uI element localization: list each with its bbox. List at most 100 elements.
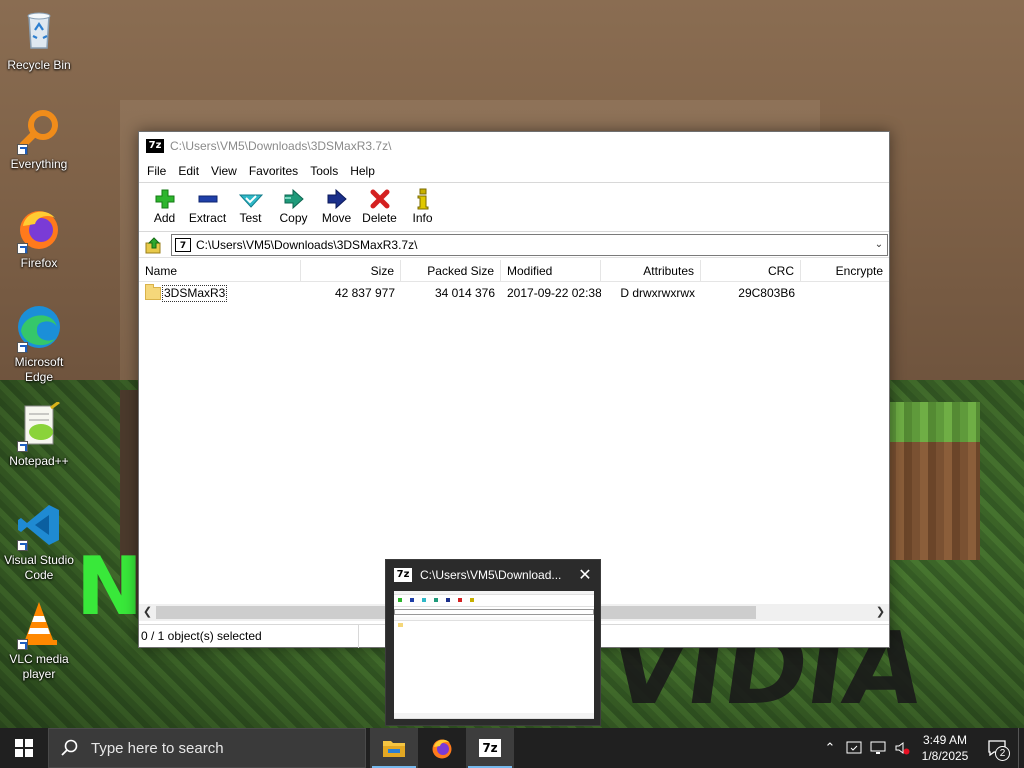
wallpaper-green-text: N [76,540,143,633]
chevron-down-icon[interactable]: ⌄ [871,239,887,250]
network-icon[interactable] [866,728,890,768]
notepad-plus-plus-icon [15,400,63,452]
vscode-icon [15,501,63,551]
shortcut-arrow-icon [17,639,28,650]
copy-button[interactable]: Copy [272,187,315,225]
test-label: Test [239,211,262,225]
mini-move-icon [446,598,450,602]
shortcut-arrow-icon [17,342,28,353]
extract-label: Extract [188,211,227,225]
menu-edit[interactable]: Edit [172,164,205,178]
mini-address [394,609,594,615]
file-list-header: Name Size Packed Size Modified Attribute… [139,260,889,282]
desktop-icon-firefox[interactable]: Firefox [0,204,78,271]
chevron-up-icon[interactable]: ⌃ [818,728,842,768]
desktop-icon-label: Everything [10,157,68,171]
mini-row [394,623,594,627]
notification-center-button[interactable]: 2 [976,728,1018,768]
recycle-bin-icon [15,6,63,54]
folder-icon [145,283,161,300]
add-label: Add [153,211,176,225]
menu-help[interactable]: Help [344,164,381,178]
address-field[interactable]: 7 C:\Users\VM5\Downloads\3DSMaxR3.7z\ ⌄ [171,233,888,256]
arrow-right-icon [315,187,358,211]
file-modified: 2017-09-22 02:38 [507,286,601,300]
desktop-icon-edge[interactable]: Microsoft Edge [0,303,78,385]
info-button[interactable]: Info [401,187,444,225]
window-titlebar[interactable]: 7z C:\Users\VM5\Downloads\3DSMaxR3.7z\ [139,132,889,160]
column-attributes[interactable]: Attributes [601,260,701,282]
column-encrypted[interactable]: Encrypte [801,260,889,282]
file-attributes: D drwxrwxrwx [620,286,695,300]
delete-button[interactable]: Delete [358,187,401,225]
desktop-icon-vlc[interactable]: VLC media player [0,600,78,682]
desktop-icon-everything[interactable]: Everything [0,105,78,172]
mini-toolbar [394,595,594,607]
mini-test-icon [422,598,426,602]
shortcut-arrow-icon [17,243,28,254]
x-icon [358,187,401,211]
taskbar-file-explorer[interactable] [370,728,418,768]
menu-view[interactable]: View [205,164,243,178]
delete-label: Delete [362,211,397,225]
copy-label: Copy [279,211,308,225]
move-button[interactable]: Move [315,187,358,225]
up-folder-button[interactable] [143,234,165,256]
column-packed-size[interactable]: Packed Size [401,260,501,282]
up-folder-icon [145,236,161,253]
desktop-icon-recycle-bin[interactable]: Recycle Bin [0,6,78,73]
archive-icon: 7 [175,237,191,252]
scroll-left-icon[interactable]: ❮ [139,604,156,621]
vlc-cone-icon [15,600,63,650]
edge-icon [15,303,63,353]
everything-search-icon [15,105,63,155]
menu-favorites[interactable]: Favorites [243,164,304,178]
close-icon[interactable]: ✕ [570,565,600,585]
shortcut-arrow-icon [17,144,28,155]
search-icon [61,739,78,756]
taskbar-firefox[interactable] [418,728,466,768]
mini-header [394,617,594,621]
file-size: 42 837 977 [334,286,395,300]
scroll-right-icon[interactable]: ❯ [872,604,889,621]
info-icon [401,187,444,211]
show-desktop-button[interactable] [1018,728,1024,768]
menu-file[interactable]: File [141,164,172,178]
column-modified[interactable]: Modified [501,260,601,282]
desktop-icon-notepadpp[interactable]: Notepad++ [0,400,78,469]
mini-extract-icon [410,598,414,602]
file-row[interactable]: 3DSMaxR3 42 837 977 34 014 376 2017-09-2… [139,283,889,303]
file-name-cell[interactable]: 3DSMaxR3 [139,283,301,303]
address-text: C:\Users\VM5\Downloads\3DSMaxR3.7z\ [196,237,418,252]
extract-button[interactable]: Extract [186,187,229,225]
start-button[interactable] [0,728,48,768]
taskbar-search-box[interactable]: Type here to search [48,728,366,768]
mini-folder-icon [398,623,403,627]
column-crc[interactable]: CRC [701,260,801,282]
file-encrypted [801,283,889,303]
desktop-icon-label: Firefox [20,256,58,270]
menu-bar: File Edit View Favorites Tools Help [139,160,889,182]
column-name[interactable]: Name [139,260,301,282]
menu-tools[interactable]: Tools [304,164,344,178]
thumbnail-titlebar: 7z C:\Users\VM5\Download... ✕ [386,560,600,590]
volume-muted-icon[interactable] [890,728,914,768]
taskbar-thumbnail-preview[interactable]: 7z C:\Users\VM5\Download... ✕ [385,559,601,726]
taskbar-7zip[interactable]: 7z [466,728,514,768]
check-icon [229,187,272,211]
clock-time: 3:49 AM [922,733,968,747]
plus-icon [143,187,186,211]
desktop-icon-label: Notepad++ [9,454,69,468]
desktop-icon-label: Visual Studio Code [4,553,74,582]
desktop-icon-vscode[interactable]: Visual Studio Code [0,501,78,583]
mini-info-icon [470,598,474,602]
column-size[interactable]: Size [301,260,401,282]
test-button[interactable]: Test [229,187,272,225]
security-icon[interactable] [842,728,866,768]
shortcut-arrow-icon [17,540,28,551]
clock-date: 1/8/2025 [921,749,969,763]
clock[interactable]: 3:49 AM 1/8/2025 [914,732,976,764]
info-label: Info [412,211,433,225]
add-button[interactable]: Add [143,187,186,225]
minus-icon [186,187,229,211]
